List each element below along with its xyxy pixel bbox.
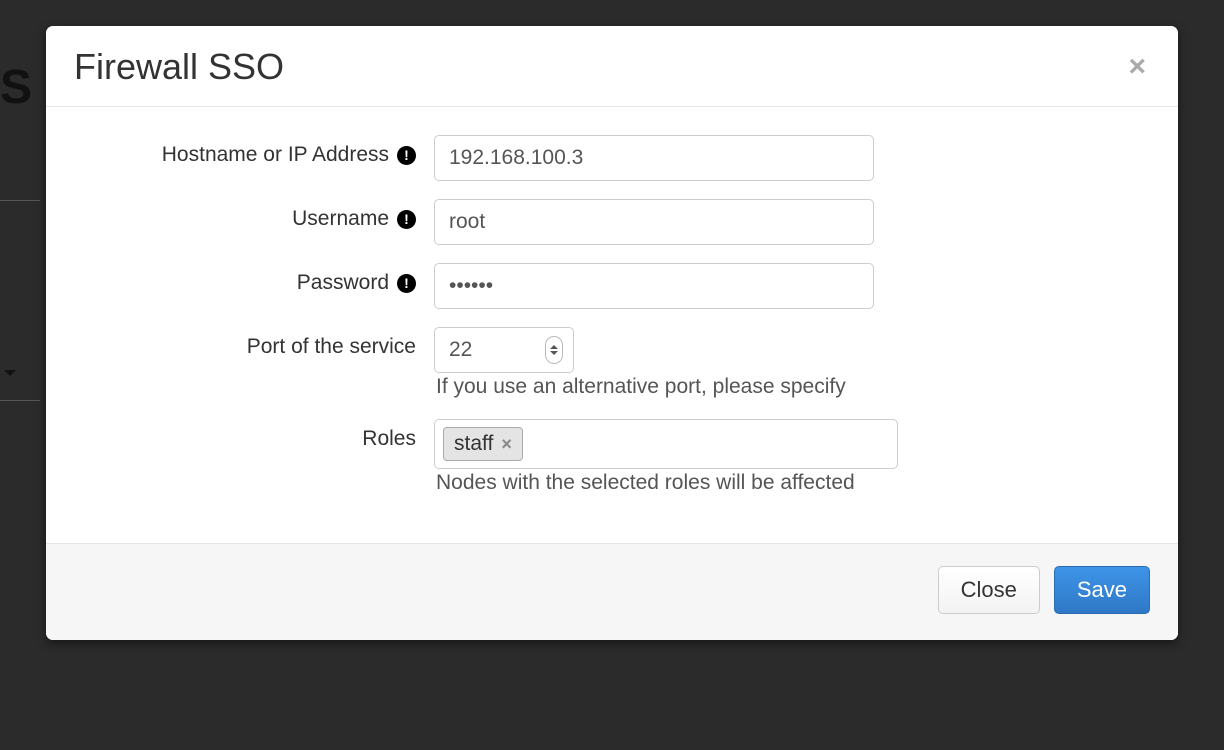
background-caret-icon	[4, 370, 16, 376]
username-input[interactable]	[434, 199, 874, 245]
port-value: 22	[449, 338, 545, 362]
label-password: Password !	[74, 263, 434, 295]
save-button[interactable]: Save	[1054, 566, 1150, 614]
background-divider	[0, 400, 40, 401]
firewall-sso-modal: Firewall SSO × Hostname or IP Address ! …	[46, 26, 1178, 640]
label-port-text: Port of the service	[247, 335, 416, 359]
close-icon[interactable]: ×	[1124, 52, 1150, 82]
close-button[interactable]: Close	[938, 566, 1040, 614]
row-hostname: Hostname or IP Address !	[74, 135, 1150, 181]
info-icon[interactable]: !	[397, 274, 416, 293]
hostname-input[interactable]	[434, 135, 874, 181]
port-input[interactable]: 22	[434, 327, 574, 373]
port-help-text: If you use an alternative port, please s…	[434, 375, 1150, 399]
role-tag-label: staff	[454, 432, 493, 456]
modal-footer: Close Save	[46, 543, 1178, 640]
remove-tag-icon[interactable]: ×	[499, 434, 514, 455]
chevron-up-icon	[550, 345, 558, 349]
chevron-down-icon	[550, 351, 558, 355]
background-divider	[0, 200, 40, 201]
label-roles-text: Roles	[362, 427, 416, 451]
label-roles: Roles	[74, 419, 434, 451]
modal-header: Firewall SSO ×	[46, 26, 1178, 107]
label-port: Port of the service	[74, 327, 434, 359]
role-tag: staff ×	[443, 427, 523, 461]
row-username: Username !	[74, 199, 1150, 245]
label-hostname: Hostname or IP Address !	[74, 135, 434, 167]
modal-title: Firewall SSO	[74, 46, 284, 88]
background-heading-fragment: S	[0, 60, 32, 115]
label-hostname-text: Hostname or IP Address	[162, 143, 389, 167]
roles-help-text: Nodes with the selected roles will be af…	[434, 471, 1150, 495]
roles-input[interactable]: staff ×	[434, 419, 898, 469]
port-stepper[interactable]	[545, 336, 563, 364]
password-input[interactable]	[434, 263, 874, 309]
row-port: Port of the service 22	[74, 327, 1150, 373]
info-icon[interactable]: !	[397, 210, 416, 229]
label-username-text: Username	[292, 207, 389, 231]
label-username: Username !	[74, 199, 434, 231]
row-password: Password !	[74, 263, 1150, 309]
row-roles: Roles staff ×	[74, 419, 1150, 469]
label-password-text: Password	[297, 271, 389, 295]
info-icon[interactable]: !	[397, 146, 416, 165]
modal-body: Hostname or IP Address ! Username ! Pass…	[46, 107, 1178, 543]
